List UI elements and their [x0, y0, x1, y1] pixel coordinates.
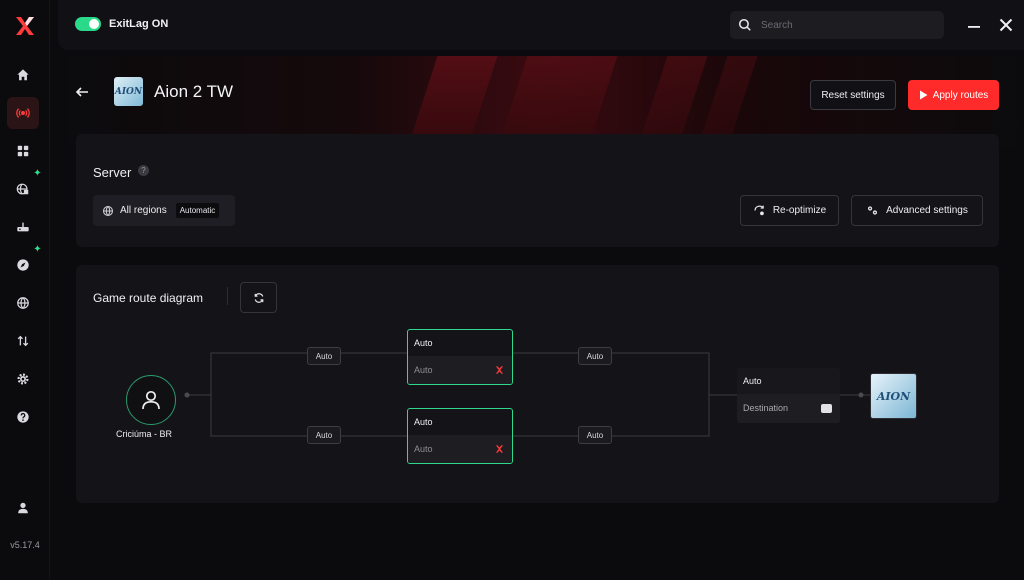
hero-decoration: [482, 56, 624, 146]
sidebar-item-network[interactable]: [7, 287, 39, 319]
game-header: AION Aion 2 TW Reset settings Apply rout…: [58, 56, 1024, 146]
broadcast-icon: [16, 108, 30, 118]
game-end-text: AION: [876, 389, 911, 403]
reoptimize-icon: [754, 205, 764, 216]
apply-routes-button[interactable]: Apply routes: [908, 80, 999, 110]
route-pill[interactable]: Auto: [578, 426, 612, 444]
help-icon: [17, 411, 29, 423]
route-pill[interactable]: Auto: [307, 347, 341, 365]
search-box: [730, 11, 944, 39]
close-button[interactable]: [996, 15, 1016, 35]
game-destination-icon: AION: [870, 373, 917, 419]
route-node-top[interactable]: Auto Auto: [407, 329, 513, 385]
home-icon: [17, 69, 29, 81]
dest-value: Destination: [743, 403, 789, 413]
hero-decoration: [392, 56, 504, 146]
apply-routes-label: Apply routes: [932, 89, 989, 101]
router-icon: [17, 222, 29, 232]
game-icon: AION: [114, 77, 143, 106]
help-icon[interactable]: ?: [138, 165, 149, 176]
reset-settings-label: Reset settings: [821, 89, 885, 101]
node-value-row: Auto: [408, 356, 512, 384]
connector-dot: [184, 392, 190, 398]
destination-node[interactable]: Auto Destination: [737, 368, 840, 423]
minimize-button[interactable]: [964, 15, 984, 35]
user-icon: [142, 390, 160, 410]
sidebar-item-apps[interactable]: [7, 135, 39, 167]
toggle-label: ExitLag ON: [109, 18, 169, 30]
sidebar-item-settings[interactable]: [7, 363, 39, 395]
grid-icon: [17, 145, 29, 157]
node-value: Auto: [414, 444, 433, 454]
route-pill[interactable]: Auto: [578, 347, 612, 365]
user-location-label: Criciúma - BR: [116, 429, 173, 439]
node-title: Auto: [414, 338, 433, 348]
new-badge-icon: ✦: [33, 168, 42, 179]
exitlag-logo: [16, 17, 34, 35]
dest-title: Auto: [737, 368, 840, 394]
hero-decoration: [622, 56, 714, 146]
gear-icon: [17, 373, 29, 385]
user-icon: [18, 502, 28, 514]
minimize-icon: [968, 26, 980, 28]
exitlag-mini-icon: [495, 445, 504, 453]
game-icon-text: AION: [114, 86, 143, 97]
user-origin-node: [126, 375, 176, 425]
top-bar: ExitLag ON: [58, 0, 1024, 50]
network-globe-icon: [17, 297, 29, 309]
app-window: ✦ ✦ v5.17.4 ExitLag ON Search AION Aion …: [0, 0, 1024, 580]
route-diagram-panel: Game route diagram Criciúma - BR Auto Au…: [76, 265, 999, 503]
compass-icon: [17, 259, 29, 271]
reoptimize-label: Re-optimize: [772, 205, 827, 216]
transfer-icon: [17, 335, 29, 347]
server-icon: [821, 404, 832, 413]
dest-value-row: Destination: [737, 394, 840, 423]
settings-sliders-icon: [868, 206, 878, 215]
reoptimize-button[interactable]: Re-optimize: [740, 195, 839, 226]
route-node-bottom[interactable]: Auto Auto: [407, 408, 513, 464]
close-icon: [999, 18, 1013, 32]
advanced-settings-button[interactable]: Advanced settings: [851, 195, 983, 226]
region-mode-badge: Automatic: [175, 203, 220, 218]
exitlag-toggle[interactable]: [75, 17, 101, 31]
globe-icon: [102, 205, 114, 216]
connector-dot: [858, 392, 864, 398]
region-name: All regions: [120, 205, 167, 216]
app-version: v5.17.4: [10, 540, 40, 550]
search-icon: [738, 18, 751, 31]
advanced-settings-label: Advanced settings: [886, 205, 968, 216]
region-selector[interactable]: All regions Automatic: [93, 195, 235, 226]
route-connectors: [184, 352, 870, 437]
reset-settings-button[interactable]: Reset settings: [810, 80, 896, 110]
play-icon: [919, 90, 928, 100]
new-badge-icon: ✦: [33, 244, 42, 255]
sidebar-item-profile[interactable]: [7, 492, 39, 524]
sidebar-item-home[interactable]: [7, 59, 39, 91]
node-value: Auto: [414, 365, 433, 375]
sidebar-item-transfer[interactable]: [7, 325, 39, 357]
node-title: Auto: [414, 417, 433, 427]
sidebar: ✦ ✦ v5.17.4: [0, 0, 50, 580]
exitlag-mini-icon: [495, 366, 504, 374]
server-panel: Server ? All regions Automatic Re-optimi…: [76, 134, 999, 247]
search-input[interactable]: [761, 19, 921, 31]
server-label: Server: [93, 165, 132, 180]
route-pill[interactable]: Auto: [307, 426, 341, 444]
globe-tools-icon: [16, 183, 29, 195]
sidebar-item-help[interactable]: [7, 401, 39, 433]
page-title: Aion 2 TW: [154, 82, 234, 101]
sidebar-item-routes[interactable]: [7, 97, 39, 129]
node-value-row: Auto: [408, 435, 512, 463]
sidebar-item-router[interactable]: [7, 211, 39, 243]
back-arrow-icon[interactable]: [74, 84, 90, 100]
